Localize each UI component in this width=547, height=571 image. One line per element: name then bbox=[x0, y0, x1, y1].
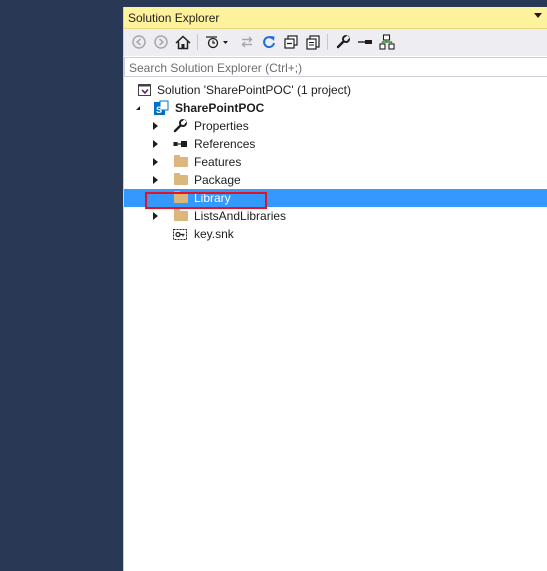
pending-changes-filter-icon[interactable] bbox=[203, 33, 231, 51]
wrench-icon bbox=[172, 118, 188, 134]
tree-item-solution[interactable]: Solution 'SharePointPOC' (1 project) bbox=[124, 81, 547, 99]
solution-explorer-panel: Solution Explorer Search Solution Explor… bbox=[123, 7, 547, 571]
annotation-highlight-box bbox=[145, 192, 267, 209]
panel-title-bar[interactable]: Solution Explorer bbox=[124, 7, 547, 29]
solution-icon bbox=[137, 82, 153, 98]
chevron-down-icon[interactable] bbox=[534, 13, 542, 18]
folder-icon bbox=[174, 173, 188, 185]
collapsed-arrow-icon[interactable] bbox=[153, 176, 158, 184]
window-chrome bbox=[123, 0, 547, 7]
class-diagram-icon[interactable] bbox=[378, 33, 396, 51]
tree-item-label: Solution 'SharePointPOC' (1 project) bbox=[157, 83, 352, 97]
expanded-arrow-icon[interactable] bbox=[136, 106, 140, 110]
references-icon bbox=[172, 136, 188, 152]
preview-selected-icon[interactable] bbox=[356, 33, 374, 51]
tree-item-package[interactable]: Package bbox=[124, 171, 547, 189]
forward-arrow-icon[interactable] bbox=[152, 33, 170, 51]
tree-item-properties[interactable]: Properties bbox=[124, 117, 547, 135]
key-file-icon bbox=[172, 226, 188, 242]
sync-with-document-icon[interactable] bbox=[238, 33, 256, 51]
folder-icon bbox=[174, 155, 188, 167]
tree-item-label: ListsAndLibraries bbox=[194, 209, 287, 223]
tree-item-label: key.snk bbox=[194, 227, 234, 241]
tree-item-listsandlibraries[interactable]: ListsAndLibraries bbox=[124, 207, 547, 225]
toolbar-separator bbox=[197, 34, 198, 50]
collapsed-arrow-icon[interactable] bbox=[153, 158, 158, 166]
search-input[interactable] bbox=[129, 60, 529, 75]
collapsed-arrow-icon[interactable] bbox=[153, 212, 158, 220]
tree-item-label: Properties bbox=[194, 119, 249, 133]
toolbar-separator bbox=[327, 34, 328, 50]
sharepoint-project-icon: S bbox=[153, 100, 169, 116]
tree-item-label: References bbox=[194, 137, 256, 151]
properties-wrench-icon[interactable] bbox=[334, 33, 352, 51]
tree-item-label: SharePointPOC bbox=[175, 101, 265, 115]
tree-item-features[interactable]: Features bbox=[124, 153, 547, 171]
search-box[interactable] bbox=[124, 57, 547, 77]
folder-icon bbox=[174, 209, 188, 221]
tree-item-key-snk[interactable]: key.snk bbox=[124, 225, 547, 243]
refresh-icon[interactable] bbox=[260, 33, 278, 51]
collapsed-arrow-icon[interactable] bbox=[153, 122, 158, 130]
tree-item-label: Package bbox=[194, 173, 241, 187]
show-all-files-icon[interactable] bbox=[304, 33, 322, 51]
panel-title: Solution Explorer bbox=[128, 11, 220, 25]
collapse-all-icon[interactable] bbox=[282, 33, 300, 51]
back-arrow-icon[interactable] bbox=[130, 33, 148, 51]
tree-item-references[interactable]: References bbox=[124, 135, 547, 153]
home-icon[interactable] bbox=[174, 33, 192, 51]
tree-item-project[interactable]: S SharePointPOC bbox=[124, 99, 547, 117]
tree-item-label: Features bbox=[194, 155, 242, 169]
svg-text:S: S bbox=[156, 105, 162, 115]
collapsed-arrow-icon[interactable] bbox=[153, 140, 158, 148]
toolbar bbox=[124, 29, 547, 56]
